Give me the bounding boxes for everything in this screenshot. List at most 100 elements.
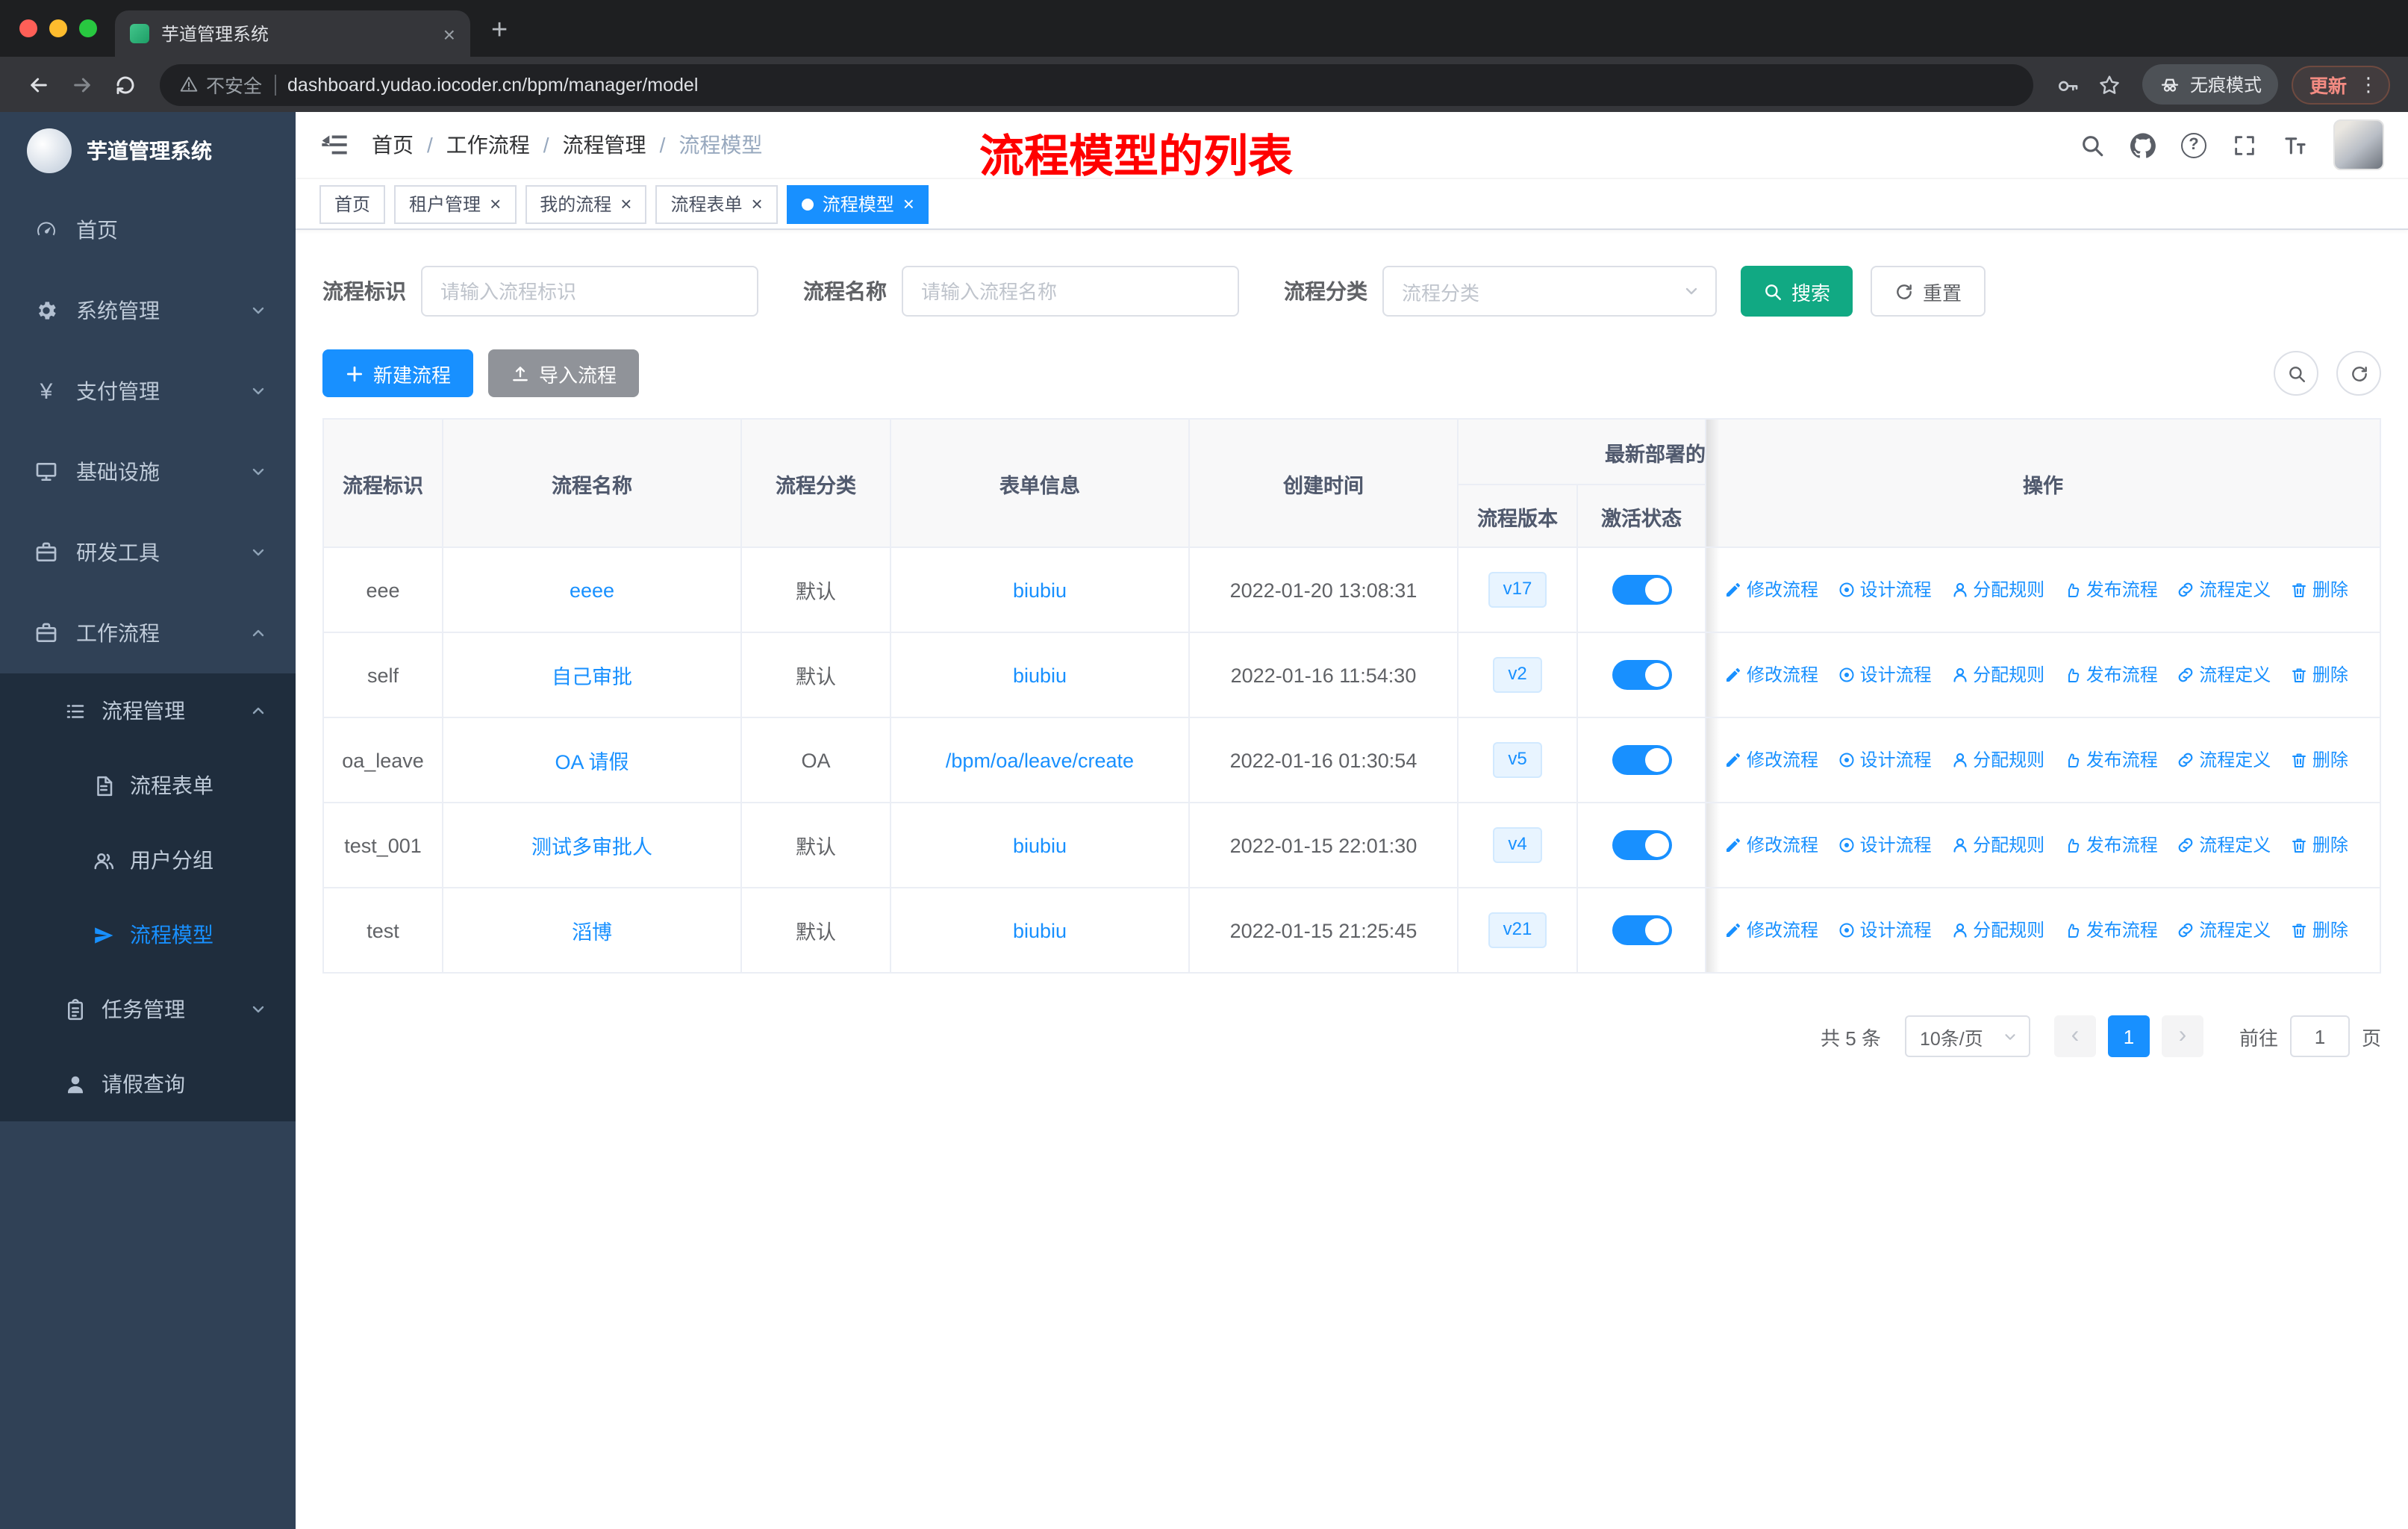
breadcrumb-home[interactable]: 首页 bbox=[372, 130, 414, 160]
op-publish-link[interactable]: 发布流程 bbox=[2064, 662, 2158, 688]
op-definition-link[interactable]: 流程定义 bbox=[2177, 918, 2271, 943]
status-toggle[interactable] bbox=[1612, 575, 1671, 605]
sidebar-item-task-mgmt[interactable]: 任务管理 bbox=[0, 972, 296, 1047]
forward-button[interactable] bbox=[61, 64, 102, 105]
op-assign-link[interactable]: 分配规则 bbox=[1950, 662, 2044, 688]
op-definition-link[interactable]: 流程定义 bbox=[2177, 747, 2271, 773]
sidebar-item-devtools[interactable]: 研发工具 bbox=[0, 512, 296, 593]
sidebar-item-process-mgmt[interactable]: 流程管理 bbox=[0, 673, 296, 748]
form-link[interactable]: biubiu bbox=[1013, 919, 1067, 941]
show-search-button[interactable] bbox=[2274, 351, 2318, 396]
search-icon[interactable] bbox=[2080, 132, 2105, 158]
model-name-link[interactable]: 自己审批 bbox=[552, 666, 632, 688]
process-id-input[interactable] bbox=[421, 266, 758, 317]
op-delete-link[interactable]: 删除 bbox=[2290, 662, 2348, 688]
breadcrumb-process-mgmt[interactable]: 流程管理 bbox=[563, 130, 646, 160]
sidebar-item-infra[interactable]: 基础设施 bbox=[0, 432, 296, 512]
op-delete-link[interactable]: 删除 bbox=[2290, 747, 2348, 773]
form-link[interactable]: biubiu bbox=[1013, 664, 1067, 686]
browser-update-button[interactable]: 更新 ⋮ bbox=[2291, 65, 2390, 104]
reload-button[interactable] bbox=[105, 64, 145, 105]
sidebar-item-workflow[interactable]: 工作流程 bbox=[0, 593, 296, 673]
form-link[interactable]: /bpm/oa/leave/create bbox=[946, 749, 1134, 771]
browser-tab[interactable]: 芋道管理系统 × bbox=[115, 10, 470, 57]
sidebar-item-user-group[interactable]: 用户分组 bbox=[0, 823, 296, 897]
op-design-link[interactable]: 设计流程 bbox=[1838, 747, 1932, 773]
op-assign-link[interactable]: 分配规则 bbox=[1950, 832, 2044, 858]
tag-process-model[interactable]: 流程模型 × bbox=[786, 184, 929, 223]
github-icon[interactable] bbox=[2130, 132, 2156, 158]
tag-tenant-mgmt[interactable]: 租户管理 × bbox=[394, 184, 517, 223]
op-design-link[interactable]: 设计流程 bbox=[1838, 577, 1932, 602]
font-size-icon[interactable] bbox=[2283, 132, 2308, 158]
sidebar-item-payment[interactable]: ¥ 支付管理 bbox=[0, 351, 296, 432]
search-button[interactable]: 搜索 bbox=[1741, 266, 1853, 317]
op-assign-link[interactable]: 分配规则 bbox=[1950, 577, 2044, 602]
sidebar-item-leave-query[interactable]: 请假查询 bbox=[0, 1047, 296, 1121]
op-modify-link[interactable]: 修改流程 bbox=[1724, 832, 1818, 858]
address-bar[interactable]: 不安全 dashboard.yudao.iocoder.cn/bpm/manag… bbox=[160, 63, 2033, 105]
status-toggle[interactable] bbox=[1612, 660, 1671, 690]
close-icon[interactable]: × bbox=[620, 194, 631, 214]
op-design-link[interactable]: 设计流程 bbox=[1838, 832, 1932, 858]
status-toggle[interactable] bbox=[1612, 915, 1671, 945]
minimize-window-button[interactable] bbox=[49, 19, 67, 37]
tab-close-icon[interactable]: × bbox=[443, 23, 455, 44]
op-modify-link[interactable]: 修改流程 bbox=[1724, 577, 1818, 602]
user-avatar[interactable] bbox=[2333, 119, 2384, 170]
op-publish-link[interactable]: 发布流程 bbox=[2064, 832, 2158, 858]
op-design-link[interactable]: 设计流程 bbox=[1838, 662, 1932, 688]
close-icon[interactable]: × bbox=[752, 194, 763, 214]
process-name-input[interactable] bbox=[902, 266, 1239, 317]
back-button[interactable] bbox=[18, 64, 58, 105]
op-design-link[interactable]: 设计流程 bbox=[1838, 918, 1932, 943]
zoom-window-button[interactable] bbox=[79, 19, 97, 37]
breadcrumb-workflow[interactable]: 工作流程 bbox=[446, 130, 530, 160]
status-toggle[interactable] bbox=[1612, 830, 1671, 860]
category-select[interactable]: 流程分类 bbox=[1382, 266, 1717, 317]
close-icon[interactable]: × bbox=[490, 194, 501, 214]
model-name-link[interactable]: 测试多审批人 bbox=[531, 836, 652, 859]
op-assign-link[interactable]: 分配规则 bbox=[1950, 747, 2044, 773]
op-modify-link[interactable]: 修改流程 bbox=[1724, 747, 1818, 773]
op-modify-link[interactable]: 修改流程 bbox=[1724, 918, 1818, 943]
model-name-link[interactable]: OA 请假 bbox=[555, 751, 628, 773]
refresh-table-button[interactable] bbox=[2336, 351, 2381, 396]
help-icon[interactable]: ? bbox=[2181, 132, 2206, 158]
next-page-button[interactable]: › bbox=[2161, 1015, 2203, 1057]
op-definition-link[interactable]: 流程定义 bbox=[2177, 577, 2271, 602]
fullscreen-icon[interactable] bbox=[2232, 132, 2257, 158]
op-assign-link[interactable]: 分配规则 bbox=[1950, 918, 2044, 943]
op-definition-link[interactable]: 流程定义 bbox=[2177, 662, 2271, 688]
browser-menu-icon[interactable]: ⋮ bbox=[2359, 72, 2378, 96]
status-toggle[interactable] bbox=[1612, 745, 1671, 775]
tag-home[interactable]: 首页 bbox=[319, 184, 386, 223]
page-1-button[interactable]: 1 bbox=[2107, 1015, 2150, 1057]
reset-button[interactable]: 重置 bbox=[1871, 266, 1986, 317]
password-key-icon[interactable] bbox=[2048, 65, 2087, 104]
security-status[interactable]: 不安全 bbox=[179, 70, 262, 99]
close-icon[interactable]: × bbox=[903, 194, 914, 214]
op-delete-link[interactable]: 删除 bbox=[2290, 832, 2348, 858]
form-link[interactable]: biubiu bbox=[1013, 579, 1067, 601]
sidebar-item-system[interactable]: 系统管理 bbox=[0, 270, 296, 351]
tag-process-form[interactable]: 流程表单 × bbox=[655, 184, 778, 223]
op-publish-link[interactable]: 发布流程 bbox=[2064, 577, 2158, 602]
sidebar-item-home[interactable]: 首页 bbox=[0, 190, 296, 270]
op-delete-link[interactable]: 删除 bbox=[2290, 918, 2348, 943]
op-modify-link[interactable]: 修改流程 bbox=[1724, 662, 1818, 688]
model-name-link[interactable]: eeee bbox=[570, 579, 614, 601]
bookmark-star-icon[interactable] bbox=[2090, 65, 2129, 104]
form-link[interactable]: biubiu bbox=[1013, 834, 1067, 856]
sidebar-fold-icon[interactable] bbox=[319, 130, 349, 160]
tag-my-process[interactable]: 我的流程 × bbox=[525, 184, 647, 223]
close-window-button[interactable] bbox=[19, 19, 37, 37]
model-name-link[interactable]: 滔博 bbox=[572, 921, 612, 944]
prev-page-button[interactable]: ‹ bbox=[2053, 1015, 2096, 1057]
page-size-select[interactable]: 10条/页 bbox=[1904, 1015, 2030, 1057]
sidebar-item-process-model[interactable]: 流程模型 bbox=[0, 897, 296, 972]
new-tab-button[interactable]: + bbox=[470, 15, 528, 57]
op-delete-link[interactable]: 删除 bbox=[2290, 577, 2348, 602]
op-publish-link[interactable]: 发布流程 bbox=[2064, 918, 2158, 943]
sidebar-item-process-form[interactable]: 流程表单 bbox=[0, 748, 296, 823]
